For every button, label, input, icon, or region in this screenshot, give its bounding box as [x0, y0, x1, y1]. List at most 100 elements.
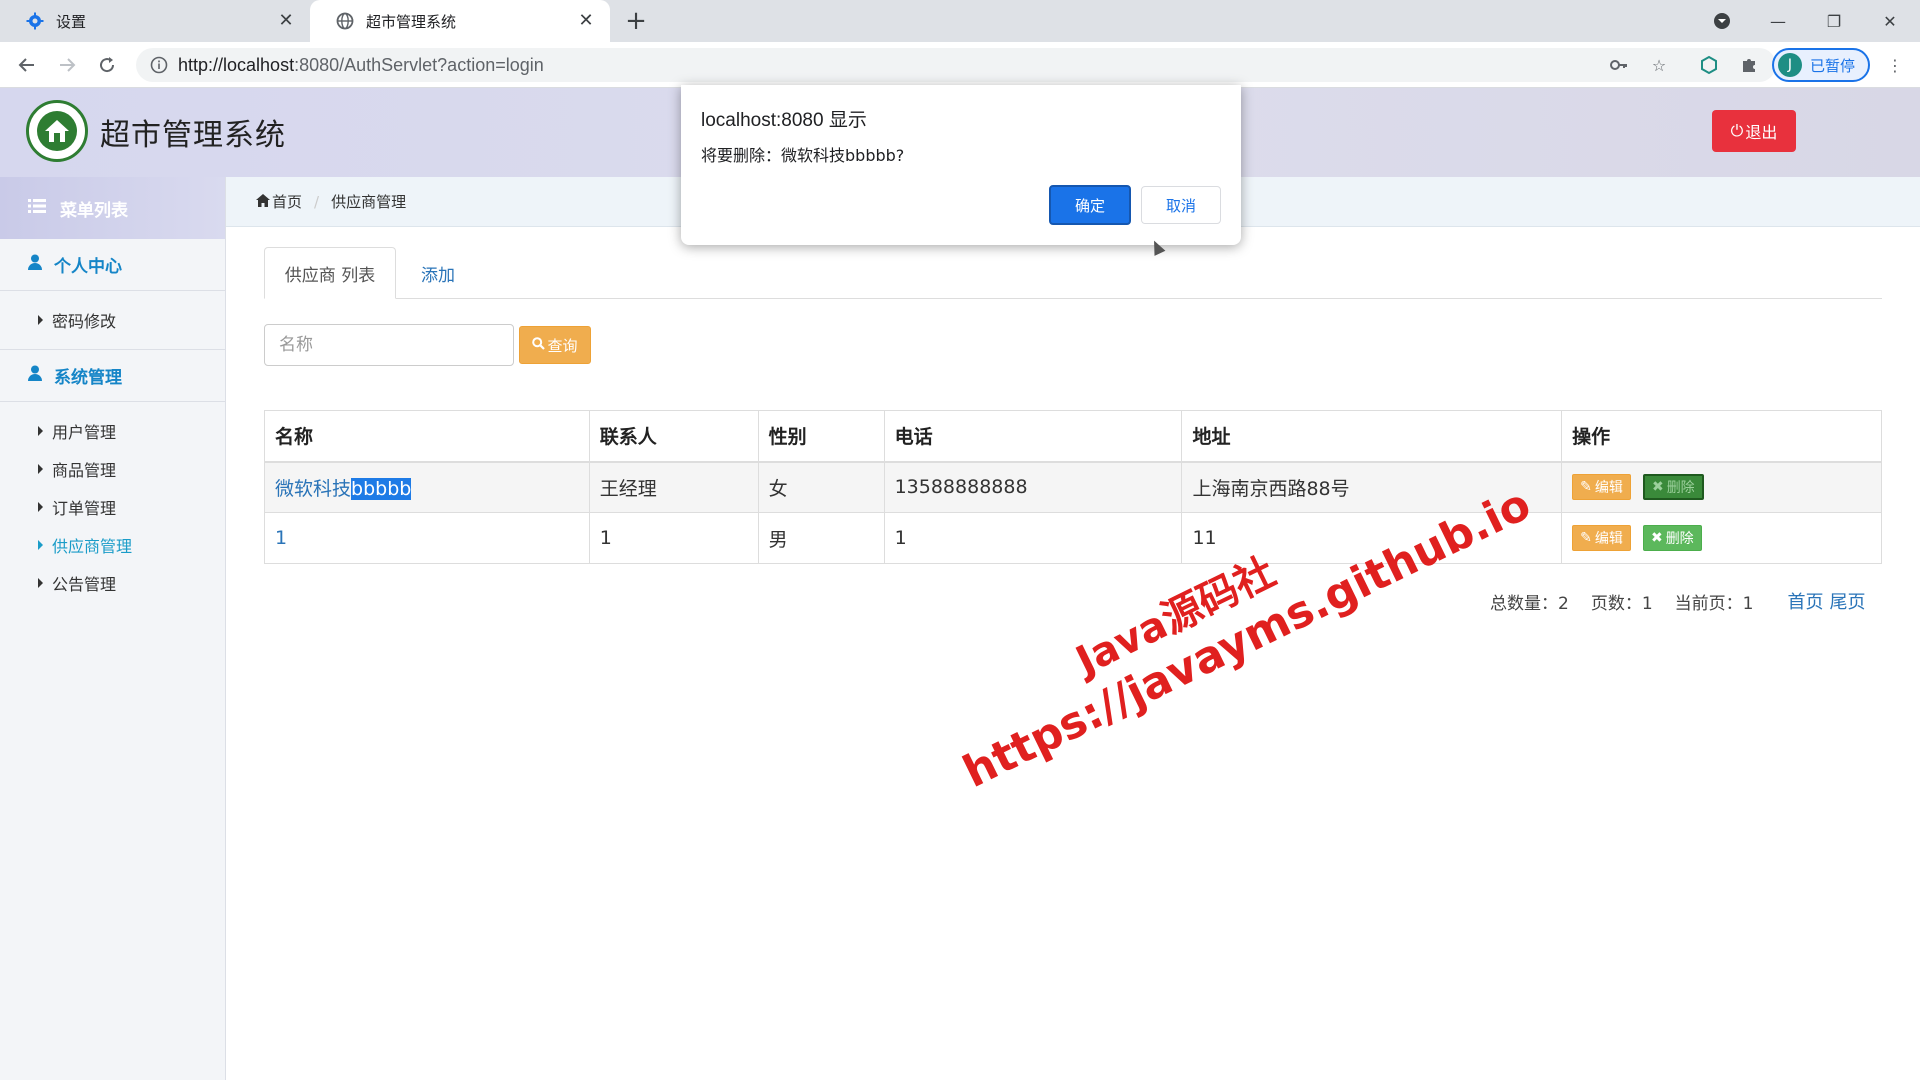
logout-button[interactable]: ⏻ 退出 [1712, 110, 1796, 152]
supplier-name-link[interactable]: 1 [264, 512, 590, 564]
close-icon[interactable]: ✕ [576, 11, 596, 31]
column-header: 联系人 [588, 410, 759, 463]
minimize-icon[interactable]: — [1758, 6, 1798, 36]
phone-cell: 1 [883, 512, 1183, 564]
dialog-origin: localhost:8080 显示 [701, 110, 867, 131]
app-title: 超市管理系统 [100, 118, 286, 153]
table-row: 微软科技bbbbb 王经理 女 13588888888 上海南京西路88号 ✎ 编… [264, 461, 1882, 513]
star-icon[interactable]: ☆ [1644, 50, 1674, 80]
tab-supplier-list[interactable]: 供应商 列表 [264, 247, 396, 299]
list-icon [28, 198, 46, 219]
sidebar-item-password[interactable]: 密码修改 [0, 301, 225, 339]
delete-button[interactable]: ✖ 删除 [1642, 474, 1704, 501]
supplier-name-link[interactable]: 微软科技bbbbb [264, 461, 590, 513]
first-page-link[interactable]: 首页 [1787, 588, 1823, 614]
tab-add[interactable]: 添加 [408, 247, 468, 299]
current-page: 当前页：1 [1674, 593, 1754, 614]
close-icon: ✖ [1651, 479, 1664, 496]
actions-cell: ✎ 编辑 ✖ 删除 [1561, 461, 1882, 513]
contact-cell: 1 [588, 512, 759, 564]
search-input[interactable] [264, 324, 514, 366]
pencil-icon: ✎ [1580, 479, 1592, 496]
info-icon[interactable] [150, 56, 168, 78]
browser-toolbar: http://localhost:8080/AuthServlet?action… [0, 42, 1920, 88]
last-page-link[interactable]: 尾页 [1829, 588, 1865, 614]
browser-tab-settings[interactable]: 设置 ✕ [0, 0, 310, 42]
content-tabs: 供应商 列表 添加 [264, 247, 1882, 299]
column-header: 性别 [757, 410, 885, 463]
globe-icon [336, 12, 354, 30]
gear-icon [26, 12, 44, 30]
sidebar: 菜单列表 个人中心 密码修改 系统管理 用户管理 商品管理 订单管理 供应商管理… [0, 177, 226, 1080]
extension-shield-icon[interactable] [1694, 50, 1724, 80]
sidebar-item-users[interactable]: 用户管理 [0, 412, 225, 450]
table-row: 1 1 男 1 11 ✎ 编辑 ✖ 删除 [264, 512, 1882, 564]
supplier-table: 名称 联系人 性别 电话 地址 操作 微软科技bbbbb 王经理 女 13588… [264, 410, 1882, 564]
delete-button[interactable]: ✖ 删除 [1642, 525, 1702, 551]
table-header-row: 名称 联系人 性别 电话 地址 操作 [264, 410, 1882, 463]
profile-button[interactable]: J 已暂停 [1772, 48, 1870, 82]
contact-cell: 王经理 [588, 461, 759, 513]
power-icon: ⏻ [1730, 121, 1744, 140]
dialog-message: 将要删除：微软科技bbbbb? [701, 146, 905, 165]
caret-right-icon [38, 315, 43, 325]
url-text: http://localhost:8080/AuthServlet?action… [178, 55, 544, 75]
caret-right-icon [38, 426, 43, 436]
search-icon [532, 336, 546, 354]
address-bar[interactable]: http://localhost:8080/AuthServlet?action… [136, 48, 1776, 82]
user-icon [28, 365, 42, 386]
search-button[interactable]: 查询 [519, 326, 591, 364]
column-header: 名称 [264, 410, 590, 463]
close-icon[interactable]: ✕ [276, 11, 296, 31]
confirm-ok-button[interactable]: 确定 [1049, 185, 1131, 225]
tab-search-icon[interactable] [1702, 6, 1742, 36]
sidebar-item-orders[interactable]: 订单管理 [0, 488, 225, 526]
gender-cell: 男 [757, 512, 885, 564]
sidebar-item-notices[interactable]: 公告管理 [0, 564, 225, 602]
pencil-icon: ✎ [1580, 530, 1592, 546]
total-count: 总数量：2 [1490, 593, 1569, 614]
avatar: J [1778, 53, 1802, 77]
caret-right-icon [38, 464, 43, 474]
back-arrow-icon[interactable] [12, 50, 42, 80]
phone-cell: 13588888888 [883, 461, 1183, 513]
breadcrumb-separator: / [314, 192, 320, 211]
university-logo [26, 100, 88, 162]
gender-cell: 女 [757, 461, 885, 513]
pagination: 总数量：2 页数：1 当前页：1 首页 尾页 [1490, 588, 1871, 614]
sidebar-group-system-items: 用户管理 商品管理 订单管理 供应商管理 公告管理 [0, 402, 225, 612]
window-close-icon[interactable]: ✕ [1870, 6, 1910, 36]
caret-right-icon [38, 578, 43, 588]
browser-tab-title: 超市管理系统 [366, 12, 457, 31]
forward-arrow-icon[interactable] [52, 50, 82, 80]
edit-button[interactable]: ✎ 编辑 [1572, 474, 1631, 501]
actions-cell: ✎ 编辑 ✖ 删除 [1561, 512, 1882, 564]
caret-right-icon [38, 540, 43, 550]
page-count: 页数：1 [1590, 593, 1653, 614]
restore-icon[interactable]: ❐ [1814, 6, 1854, 36]
column-header: 操作 [1561, 410, 1882, 463]
home-icon [256, 193, 270, 211]
sidebar-group-system[interactable]: 系统管理 [0, 350, 225, 402]
column-header: 电话 [883, 410, 1183, 463]
sidebar-group-personal-items: 密码修改 [0, 291, 225, 350]
browser-tab-title: 设置 [56, 12, 87, 31]
sidebar-item-products[interactable]: 商品管理 [0, 450, 225, 488]
confirm-dialog: localhost:8080 显示 将要删除：微软科技bbbbb? 确定 取消 [681, 85, 1241, 245]
sidebar-item-suppliers[interactable]: 供应商管理 [0, 526, 225, 564]
reload-icon[interactable] [92, 50, 122, 80]
confirm-cancel-button[interactable]: 取消 [1141, 186, 1221, 224]
key-icon[interactable] [1604, 50, 1634, 80]
breadcrumb-home[interactable]: 首页 [272, 191, 302, 212]
new-tab-button[interactable]: + [622, 8, 650, 36]
edit-button[interactable]: ✎ 编辑 [1572, 525, 1631, 551]
puzzle-icon[interactable] [1734, 50, 1764, 80]
selected-text: bbbbb [351, 477, 412, 500]
breadcrumb-current: 供应商管理 [331, 193, 407, 211]
kebab-menu-icon[interactable]: ⋮ [1880, 50, 1910, 80]
profile-label: 已暂停 [1810, 56, 1856, 75]
sidebar-group-personal[interactable]: 个人中心 [0, 239, 225, 291]
browser-tab-app[interactable]: 超市管理系统 ✕ [310, 0, 610, 42]
user-icon [28, 254, 42, 275]
browser-tab-strip: 设置 ✕ 超市管理系统 ✕ + — ❐ ✕ [0, 0, 1920, 42]
